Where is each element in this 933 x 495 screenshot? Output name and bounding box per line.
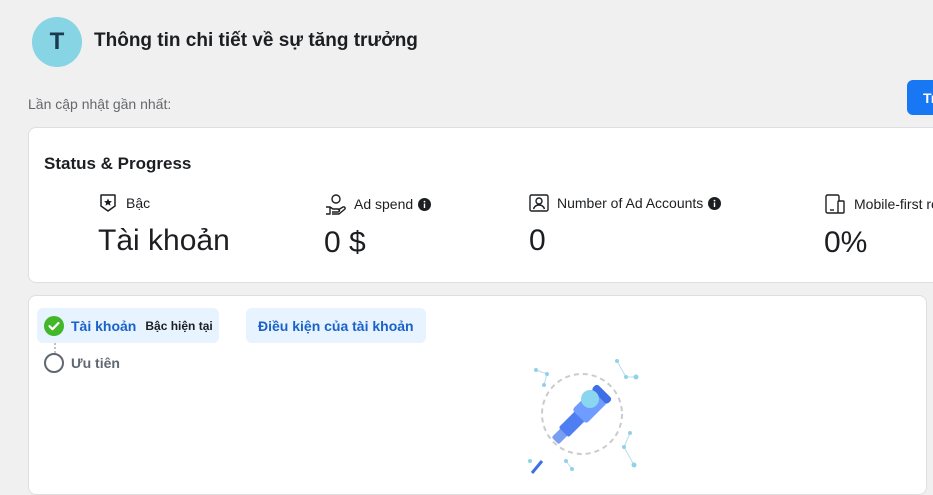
metric-label: Ad spend (354, 196, 414, 212)
metric-ad-accounts: Number of Ad Accounts 0 (529, 193, 722, 258)
mobile-devices-icon (824, 193, 846, 215)
step-label: Tài khoản (71, 317, 137, 334)
metric-value: 0 $ (324, 226, 366, 259)
step-connector (54, 343, 56, 353)
metric-label: Number of Ad Accounts (557, 195, 704, 211)
metric-value: 0% (824, 226, 868, 259)
empty-circle-icon (44, 353, 64, 373)
metric-label: Bậc (126, 195, 151, 211)
step-label: Ưu tiên (71, 355, 120, 371)
info-icon[interactable] (708, 196, 722, 210)
metric-value: Tài khoản (98, 224, 230, 257)
status-card-title: Status & Progress (44, 154, 192, 173)
check-circle-icon (44, 315, 64, 336)
avatar: T (32, 17, 82, 67)
page-title: Thông tin chi tiết về sự tăng trưởng (94, 30, 418, 51)
metric-value: 0 (529, 224, 546, 257)
step-priority[interactable]: Ưu tiên (44, 353, 120, 373)
hand-money-icon (324, 193, 346, 215)
metric-ad-spend: Ad spend 0 $ (324, 193, 432, 260)
step-account[interactable]: Tài khoản Bậc hiện tại (37, 308, 219, 343)
metric-label: Mobile-first re (854, 196, 933, 212)
tier-steps-panel: Tài khoản Bậc hiện tại Ưu tiên (28, 295, 228, 495)
info-icon[interactable] (418, 197, 432, 211)
current-tier-badge: Bậc hiện tại (145, 318, 213, 333)
last-updated-label: Lần cập nhật gần nhất: (28, 96, 172, 112)
top-right-button[interactable]: Tr (907, 80, 933, 115)
account-id-icon (529, 193, 549, 213)
status-progress-card: Status & Progress Bậc Tài khoản Ad spend… (28, 127, 933, 283)
requirements-panel: Điều kiện của tài khoản (227, 295, 927, 495)
telescope-illustration-icon (522, 351, 647, 481)
tab-account-requirements[interactable]: Điều kiện của tài khoản (246, 308, 426, 343)
badge-star-icon (98, 193, 118, 213)
metric-mobile-first: Mobile-first re 0% (824, 193, 933, 260)
metric-tier: Bậc Tài khoản (98, 193, 230, 258)
